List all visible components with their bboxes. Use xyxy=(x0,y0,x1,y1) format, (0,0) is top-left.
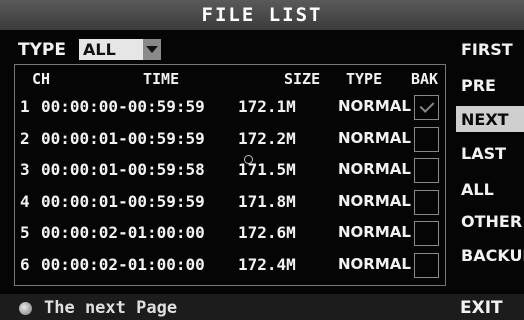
table-row[interactable]: 3 00:00:01-00:59:58 171.5M NORMAL xyxy=(15,155,445,186)
row-time: 00:00:02-01:00:00 xyxy=(41,223,205,242)
last-button[interactable]: LAST xyxy=(456,140,524,166)
backup-checkbox[interactable] xyxy=(414,126,439,152)
table-row[interactable]: 5 00:00:02-01:00:00 172.6M NORMAL xyxy=(15,218,445,249)
backup-checkbox[interactable] xyxy=(414,95,439,120)
row-ch: 5 xyxy=(20,223,30,242)
row-size: 171.8M xyxy=(238,191,296,211)
next-button[interactable]: NEXT xyxy=(456,106,524,132)
row-size: 172.6M xyxy=(238,223,296,242)
row-type: NORMAL xyxy=(338,223,411,241)
chevron-down-icon xyxy=(146,46,158,53)
first-button[interactable]: FIRST xyxy=(456,36,524,62)
table-row[interactable]: 2 00:00:01-00:59:59 172.2M NORMAL xyxy=(15,124,445,155)
header-size: SIZE xyxy=(284,70,321,88)
page-title: FILE LIST xyxy=(201,4,323,26)
title-bar: FILE LIST xyxy=(0,0,524,30)
mouse-cursor-icon xyxy=(244,155,253,164)
header-ch: CH xyxy=(32,70,51,88)
row-size: 172.2M xyxy=(238,128,296,148)
row-ch: 4 xyxy=(20,191,30,211)
led-indicator-icon xyxy=(19,302,32,315)
row-size: 172.4M xyxy=(238,254,296,274)
row-size: 172.1M xyxy=(238,97,296,116)
row-type: NORMAL xyxy=(338,191,411,210)
type-filter-label: TYPE xyxy=(18,40,66,60)
row-type: NORMAL xyxy=(338,97,411,115)
dropdown-button[interactable] xyxy=(143,39,161,60)
backup-checkbox[interactable] xyxy=(414,158,439,183)
row-type: NORMAL xyxy=(338,160,411,178)
next-page-hint: The next Page xyxy=(44,298,178,318)
header-time: TIME xyxy=(143,70,180,88)
exit-button[interactable]: EXIT xyxy=(460,298,503,318)
table-row[interactable]: 6 00:00:02-01:00:00 172.4M NORMAL xyxy=(15,250,445,281)
row-time: 00:00:01-00:59:58 xyxy=(41,160,205,179)
table-row[interactable]: 1 00:00:00-00:59:59 172.1M NORMAL xyxy=(15,92,445,123)
row-time: 00:00:01-00:59:59 xyxy=(41,128,205,148)
row-ch: 2 xyxy=(20,128,30,148)
all-button[interactable]: ALL xyxy=(456,176,524,202)
type-filter-select[interactable]: ALL xyxy=(79,39,161,60)
backup-checkbox[interactable] xyxy=(414,252,439,278)
other-button[interactable]: OTHER xyxy=(456,208,524,234)
header-type: TYPE xyxy=(346,70,383,88)
backup-button[interactable]: BACKUP xyxy=(456,242,524,268)
row-time: 00:00:01-00:59:59 xyxy=(41,191,205,211)
row-type: NORMAL xyxy=(338,128,411,147)
table-row[interactable]: 4 00:00:01-00:59:59 171.8M NORMAL xyxy=(15,187,445,218)
row-type: NORMAL xyxy=(338,254,411,273)
row-ch: 1 xyxy=(20,97,30,116)
header-bak: BAK xyxy=(411,70,439,88)
checkmark-icon xyxy=(419,98,435,113)
row-time: 00:00:00-00:59:59 xyxy=(41,97,205,116)
pre-button[interactable]: PRE xyxy=(456,72,524,98)
row-ch: 3 xyxy=(20,160,30,179)
row-time: 00:00:02-01:00:00 xyxy=(41,254,205,274)
backup-checkbox[interactable] xyxy=(414,221,439,246)
backup-checkbox[interactable] xyxy=(414,189,439,215)
row-ch: 6 xyxy=(20,254,30,274)
type-filter-value: ALL xyxy=(83,40,116,59)
